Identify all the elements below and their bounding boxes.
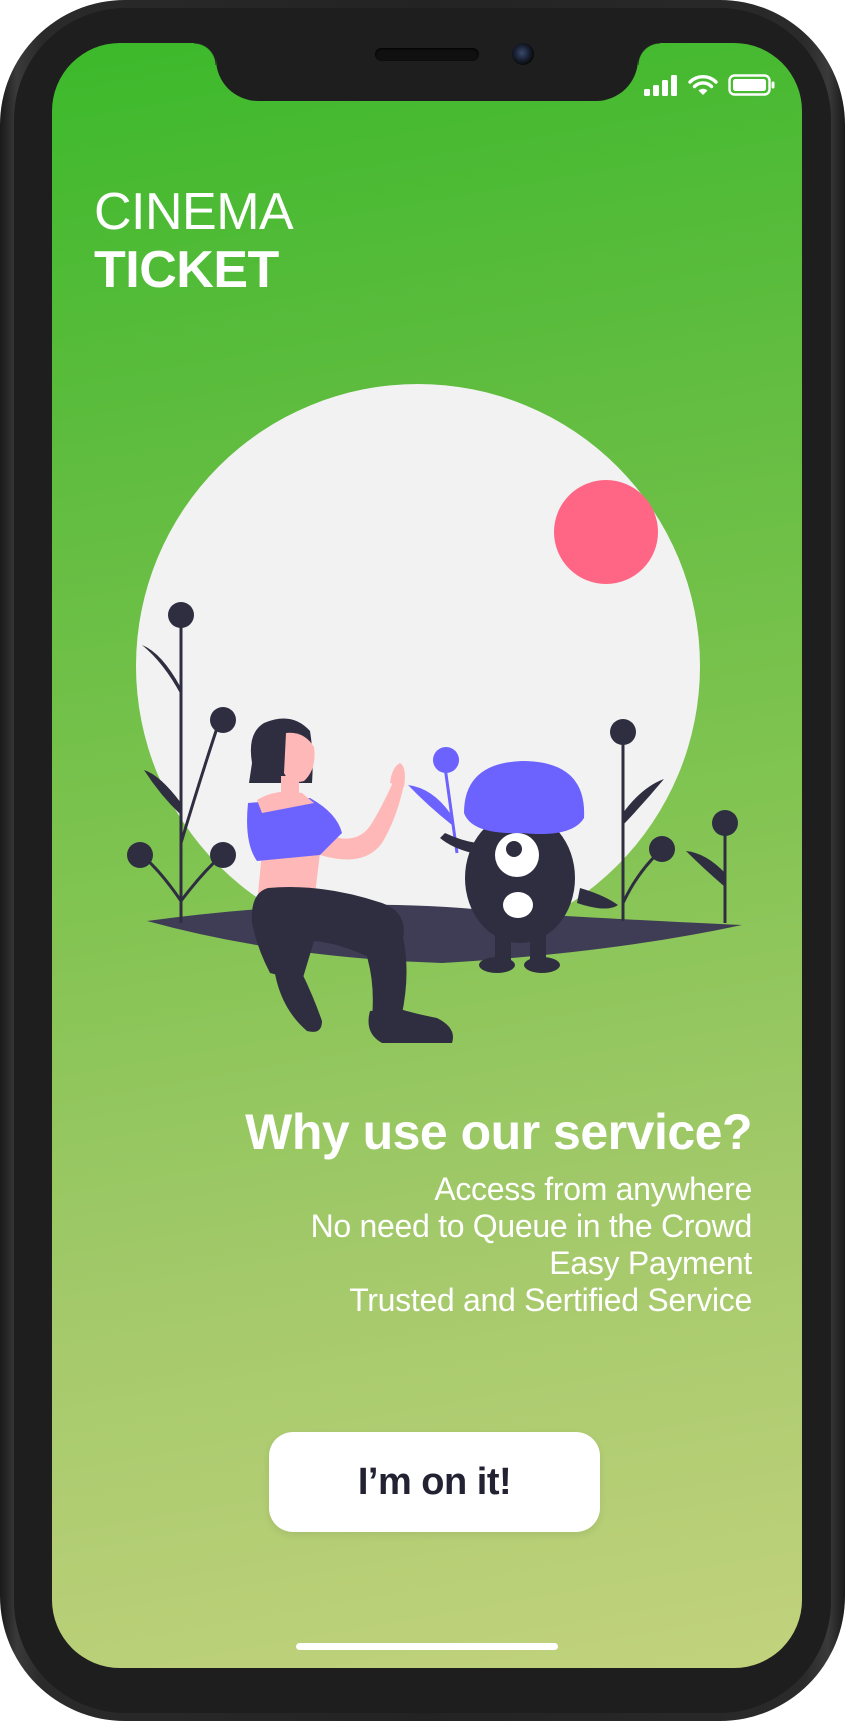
phone-frame: CINEMA TICKET Why use our service? Acces… [0, 0, 845, 1721]
benefits-list: Access from anywhere No need to Queue in… [245, 1171, 753, 1319]
pink-sun-icon [554, 480, 658, 584]
im-on-it-button[interactable]: I’m on it! [269, 1432, 600, 1532]
benefit-item: Access from anywhere [434, 1171, 752, 1207]
ground-platform [147, 904, 742, 963]
benefits-heading: Why use our service? [245, 1104, 752, 1160]
app-screen: CINEMA TICKET Why use our service? Acces… [52, 43, 802, 1668]
illustration [127, 384, 742, 1043]
benefit-item: Trusted and Sertified Service [349, 1282, 752, 1318]
home-indicator[interactable] [296, 1643, 558, 1650]
small-plant-icon [686, 810, 738, 923]
benefit-item: No need to Queue in the Crowd [310, 1208, 753, 1244]
benefit-item: Easy Payment [549, 1245, 752, 1281]
benefits-section: Why use our service? Access from anywher… [245, 1103, 752, 1319]
